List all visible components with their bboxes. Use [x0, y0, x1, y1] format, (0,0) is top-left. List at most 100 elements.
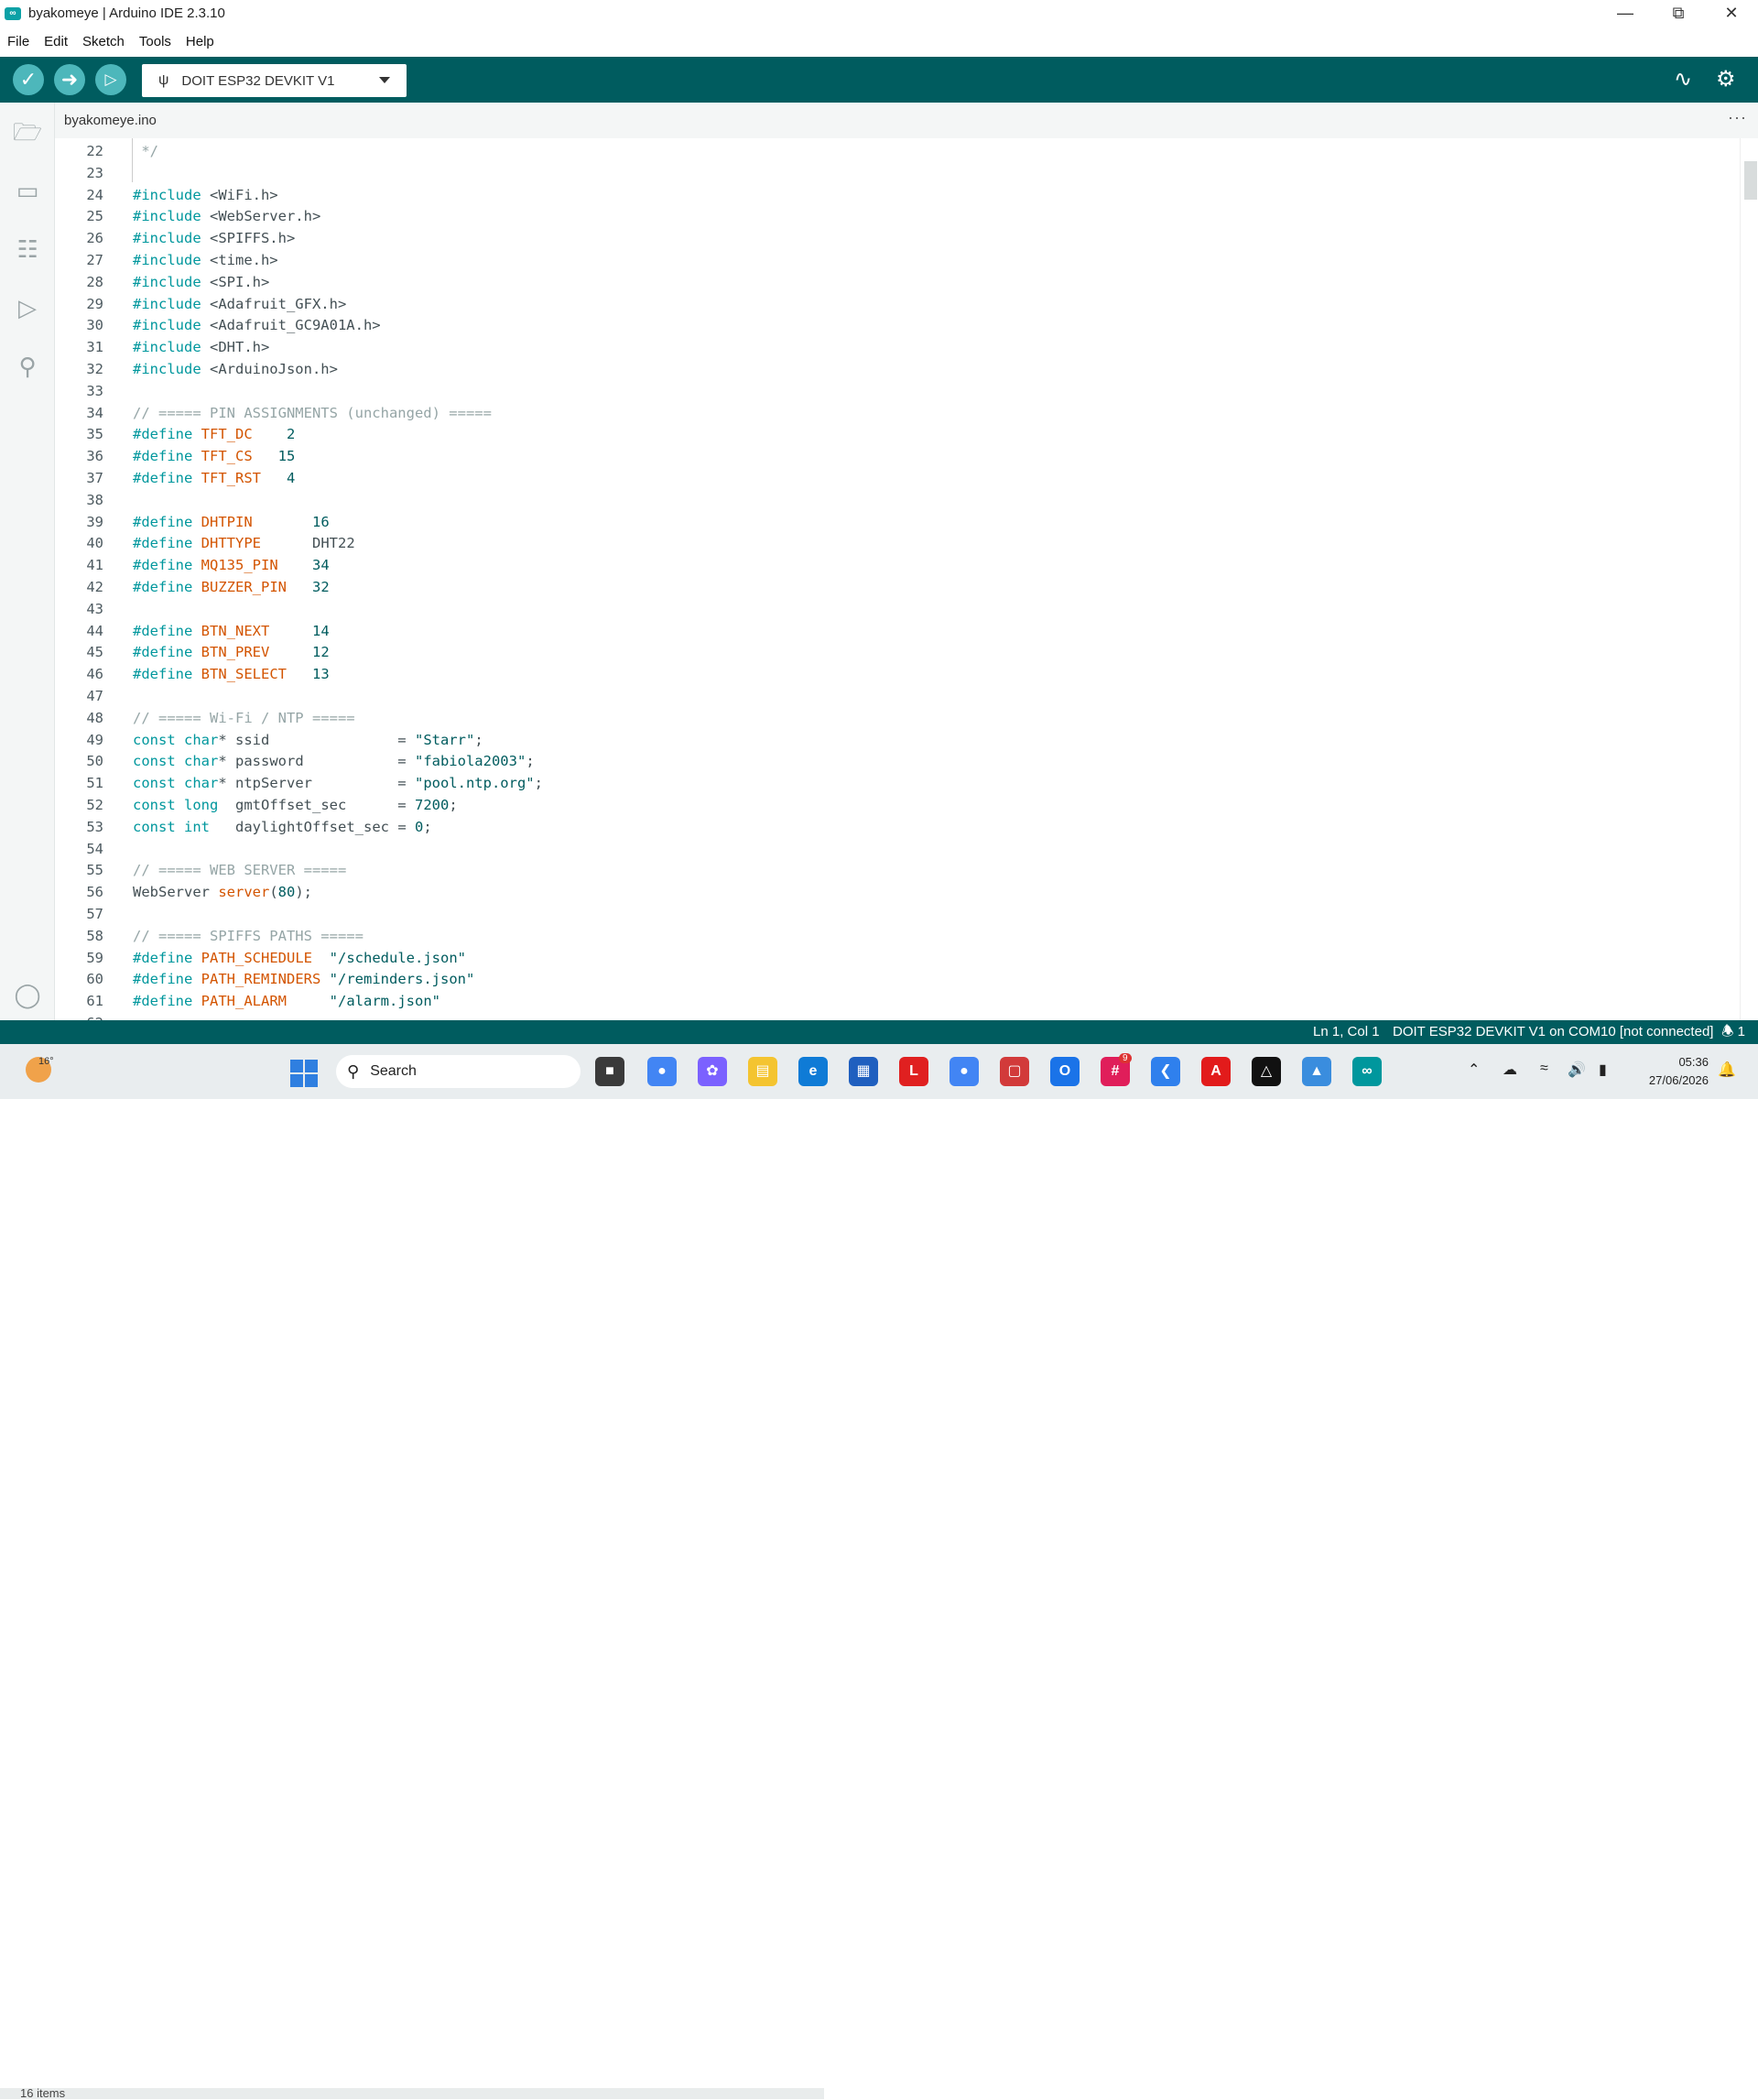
photos-icon[interactable]: ▲	[1302, 1057, 1331, 1086]
line-number: 60	[86, 971, 103, 988]
chrome-profile-icon[interactable]: ●	[950, 1057, 979, 1086]
code-text: #define PATH_REMINDERS "/reminders.json"	[133, 971, 475, 988]
battery-icon[interactable]: ▮	[1599, 1061, 1607, 1079]
more-actions-icon[interactable]: ···	[1728, 108, 1747, 127]
app-l-icon[interactable]: L	[899, 1057, 928, 1086]
line-number: 53	[86, 818, 103, 835]
code-text: #define BTN_NEXT 14	[133, 622, 330, 639]
line-number: 35	[86, 426, 103, 443]
notifications-button[interactable]: 🕭 1	[1721, 1020, 1745, 1044]
line-number: 34	[86, 404, 103, 421]
tab-bar: byakomeye.ino ···	[55, 103, 1758, 138]
line-number: 49	[86, 731, 103, 748]
line-number: 38	[86, 491, 103, 508]
line-number: 23	[86, 164, 103, 181]
start-button[interactable]	[290, 1060, 318, 1087]
line-number: 42	[86, 579, 103, 595]
library-manager-icon[interactable]: ☷	[11, 233, 44, 266]
chevron-up-icon[interactable]: ⌃	[1468, 1061, 1480, 1079]
window-controls: — ⧉ ✕	[1599, 0, 1758, 27]
folder-icon[interactable]: 🗁	[11, 115, 44, 148]
code-text: #define MQ135_PIN 34	[133, 557, 330, 574]
outlook-icon[interactable]: O	[1050, 1057, 1080, 1086]
board-port-status[interactable]: DOIT ESP32 DEVKIT V1 on COM10 [not conne…	[1393, 1020, 1713, 1044]
line-number: 58	[86, 927, 103, 944]
line-number: 41	[86, 557, 103, 574]
menu-file[interactable]: File	[0, 34, 37, 49]
serial-plotter-icon[interactable]: ∿	[1674, 66, 1692, 92]
notification-bell-icon[interactable]: 🔔	[1718, 1061, 1736, 1079]
copilot-icon[interactable]: ✿	[698, 1057, 727, 1086]
close-button[interactable]: ✕	[1705, 0, 1758, 27]
file-explorer-icon[interactable]: ▤	[748, 1057, 777, 1086]
verify-button[interactable]: ✓	[13, 64, 44, 95]
title-bar: ∞ byakomeye | Arduino IDE 2.3.10 — ⧉ ✕	[0, 0, 1758, 27]
taskview-icon[interactable]: ■	[595, 1057, 624, 1086]
code-text: #include <SPI.h>	[133, 273, 270, 290]
line-number: 57	[86, 906, 103, 922]
notification-count: 1	[1737, 1024, 1745, 1039]
code-text: #define PATH_SCHEDULE "/schedule.json"	[133, 949, 466, 966]
line-number: 39	[86, 513, 103, 530]
code-text: // ===== Wi-Fi / NTP =====	[133, 709, 355, 726]
menu-tools[interactable]: Tools	[132, 34, 179, 49]
board-name: DOIT ESP32 DEVKIT V1	[181, 72, 335, 89]
affinity-icon[interactable]: △	[1252, 1057, 1281, 1086]
arduino-taskbar-icon[interactable]: ∞	[1352, 1057, 1382, 1086]
vscode-icon[interactable]: ❮	[1151, 1057, 1180, 1086]
chrome-icon[interactable]: ●	[647, 1057, 677, 1086]
window-title: byakomeye | Arduino IDE 2.3.10	[28, 5, 225, 21]
weather-temp: 16°	[38, 1056, 54, 1067]
board-selector[interactable]: ψ DOIT ESP32 DEVKIT V1	[142, 64, 407, 97]
debug-icon[interactable]: ▷	[11, 291, 44, 324]
debug-button[interactable]: ▷	[95, 64, 126, 95]
chevron-down-icon	[379, 77, 390, 83]
account-icon[interactable]: ◯	[11, 978, 44, 1011]
acrobat-icon[interactable]: A	[1201, 1057, 1231, 1086]
code-text: const int daylightOffset_sec = 0;	[133, 818, 432, 835]
restore-button[interactable]: ⧉	[1652, 0, 1705, 27]
line-number: 27	[86, 252, 103, 268]
line-number: 32	[86, 361, 103, 377]
sidebar: 🗁 ▭ ☷ ▷ ⚲ ◯	[0, 103, 55, 1020]
edge-icon[interactable]: e	[798, 1057, 828, 1086]
taskbar: 16 items 16° ⚲ Search ■ ● ✿ ▤ e ▦ L ● ▢ …	[0, 1044, 1758, 2099]
line-number: 28	[86, 273, 103, 290]
line-number: 62	[55, 1012, 103, 1020]
arduino-logo-icon: ∞	[5, 6, 21, 20]
code-editor[interactable]: 22 */ 23 24 #include <WiFi.h> 25 #include <We…	[55, 138, 1740, 1020]
code-text: #define BTN_SELECT 13	[133, 666, 330, 683]
line-number: 45	[86, 644, 103, 661]
line-number: 61	[86, 993, 103, 1010]
wifi-icon[interactable]: ≈	[1540, 1061, 1548, 1077]
code-text: const char* ntpServer = "pool.ntp.org";	[133, 775, 543, 792]
code-text: #include <Adafruit_GFX.h>	[133, 295, 347, 312]
upload-button[interactable]: ➜	[54, 64, 85, 95]
menu-help[interactable]: Help	[179, 34, 222, 49]
minimize-button[interactable]: —	[1599, 0, 1652, 27]
taskbar-search[interactable]: ⚲ Search	[336, 1055, 581, 1088]
code-text: // ===== WEB SERVER =====	[133, 862, 347, 879]
code-text: // ===== SPIFFS PATHS =====	[133, 927, 364, 944]
volume-icon[interactable]: 🔊	[1568, 1061, 1586, 1079]
pdf-tool-icon[interactable]: ▢	[1000, 1057, 1029, 1086]
menu-sketch[interactable]: Sketch	[75, 34, 132, 49]
boards-manager-icon[interactable]: ▭	[11, 174, 44, 207]
tab-sketch-file[interactable]: byakomeye.ino	[55, 103, 166, 138]
code-text: #include <ArduinoJson.h>	[133, 361, 338, 377]
code-text: const char* password = "fabiola2003";	[133, 753, 535, 770]
cursor-position[interactable]: Ln 1, Col 1	[1313, 1020, 1380, 1044]
scrollbar-thumb[interactable]	[1744, 161, 1757, 200]
serial-monitor-icon[interactable]: ⚙	[1716, 66, 1736, 92]
menu-edit[interactable]: Edit	[37, 34, 75, 49]
editor-scrollbar[interactable]	[1740, 138, 1758, 1020]
onedrive-icon[interactable]: ☁	[1503, 1061, 1517, 1079]
toolbar: ✓ ➜ ▷ ψ DOIT ESP32 DEVKIT V1 ∿ ⚙	[0, 57, 1758, 103]
clock[interactable]: 05:36 27/06/2026	[1649, 1053, 1709, 1090]
line-number: 36	[86, 448, 103, 465]
code-text: #define PATH_ALARM "/alarm.json"	[133, 993, 440, 1010]
line-number: 47	[86, 688, 103, 704]
search-icon[interactable]: ⚲	[11, 350, 44, 383]
line-number: 48	[86, 709, 103, 726]
store-icon[interactable]: ▦	[849, 1057, 878, 1086]
